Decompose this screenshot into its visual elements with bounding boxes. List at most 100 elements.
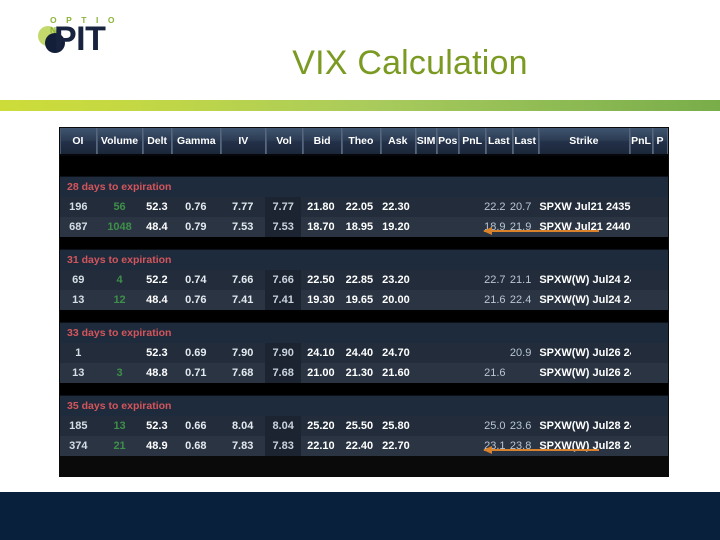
column-header-iv[interactable]: IV: [221, 128, 267, 154]
table-row[interactable]: 13 12 48.4 0.76 7.41 7.41 19.30 19.65 20.00 21.6 2…: [60, 290, 668, 310]
column-header-strike[interactable]: Strike: [539, 128, 631, 154]
table-row[interactable]: 13 3 48.8 0.71 7.68 7.68 21.00 21.30 21.60 21.6 SP…: [60, 363, 668, 383]
cell-ask: 25.80: [382, 420, 410, 432]
column-header-theo[interactable]: Theo: [342, 128, 381, 154]
cell-pnl-2: [631, 217, 653, 237]
cell-pos: [434, 436, 455, 456]
cell-ask: 22.70: [382, 440, 410, 452]
cell-volume: 13: [113, 420, 126, 432]
cell-last-2: 20.9: [509, 347, 532, 359]
column-header-gamma[interactable]: Gamma: [172, 128, 222, 154]
column-header-volume[interactable]: Volume: [97, 128, 144, 154]
cell-pos: [434, 343, 455, 363]
cell-strike: SPXW(W) Jul24 2440: [539, 294, 631, 306]
cell-gamma: 0.69: [185, 347, 207, 359]
cell-delta: 48.9: [146, 440, 168, 452]
expiration-group-label: 28 days to expiration: [60, 176, 668, 197]
table-row[interactable]: 69 4 52.2 0.74 7.66 7.66 22.50 22.85 23.20 22.7 21…: [60, 270, 668, 290]
table-row[interactable]: 196 56 52.3 0.76 7.77 7.77 21.80 22.05 22.30 22.2…: [60, 197, 668, 217]
column-header-last-1[interactable]: Last: [486, 128, 513, 154]
cell-iv: 7.68: [231, 367, 254, 379]
cell-pnl: [456, 416, 482, 436]
cell-ask: 19.20: [382, 221, 410, 233]
cell-iv: 7.83: [231, 440, 254, 452]
cell-gamma: 0.71: [185, 367, 207, 379]
cell-last-2: 23.8: [509, 440, 532, 452]
group-separator: [60, 237, 668, 249]
cell-strike: SPXW Jul21 2435: [539, 201, 631, 213]
cell-volume: 1048: [107, 221, 132, 233]
cell-pos: [434, 416, 455, 436]
cell-pnl: [456, 217, 482, 237]
cell-pnl-3: [654, 436, 668, 456]
cell-pnl-3: [654, 343, 668, 363]
cell-oi: 374: [69, 440, 88, 452]
cell-oi: 69: [72, 274, 85, 286]
cell-sim: [413, 343, 434, 363]
cell-bid: 19.30: [307, 294, 335, 306]
cell-pnl-3: [654, 217, 668, 237]
cell-vol: 7.77: [264, 197, 302, 217]
cell-pnl-2: [631, 416, 653, 436]
table-row[interactable]: 185 13 52.3 0.66 8.04 8.04 25.20 25.50 25.80 25.0…: [60, 416, 668, 436]
table-row[interactable]: 374 21 48.9 0.68 7.83 7.83 22.10 22.40 22.70 23.1…: [60, 436, 668, 456]
cell-iv: 7.41: [231, 294, 254, 306]
cell-volume: 3: [116, 367, 123, 379]
cell-last-2: 21.1: [509, 274, 532, 286]
cell-volume: 21: [113, 440, 126, 452]
column-header-vol[interactable]: Vol: [266, 128, 303, 154]
cell-last-1: [482, 343, 508, 363]
column-header-pos[interactable]: Pos: [437, 128, 460, 154]
cell-oi: 1: [75, 347, 82, 359]
cell-sim: [413, 270, 434, 290]
cell-ask: 24.70: [382, 347, 410, 359]
optionpit-logo: O P T I O N PIT: [14, 14, 120, 60]
cell-gamma: 0.74: [185, 274, 207, 286]
cell-delta: 52.2: [146, 274, 168, 286]
column-header-sim[interactable]: SIM: [416, 128, 438, 154]
cell-iv: 7.90: [231, 347, 254, 359]
cell-gamma: 0.76: [185, 201, 207, 213]
column-header-oi[interactable]: OI: [60, 128, 97, 154]
option-chain-table: OI Volume Delt Gamma IV Vol Bid Theo Ask…: [60, 128, 668, 476]
cell-last-1: 22.2: [484, 201, 506, 213]
column-header-bid[interactable]: Bid: [303, 128, 343, 154]
group-separator: [60, 310, 668, 322]
column-header-pnl[interactable]: PnL: [459, 128, 486, 154]
cell-theo: 24.40: [345, 347, 374, 359]
cell-theo: 22.40: [345, 440, 374, 452]
column-header-pnl-2[interactable]: PnL: [630, 128, 653, 154]
cell-sim: [413, 436, 434, 456]
cell-delta: 52.3: [146, 201, 168, 213]
table-row[interactable]: 1 52.3 0.69 7.90 7.90 24.10 24.40 24.70 20.9 SPXW…: [60, 343, 668, 363]
cell-last-1: 21.6: [484, 367, 506, 379]
cell-oi: 13: [72, 294, 85, 306]
cell-ask: 22.30: [382, 201, 410, 213]
cell-ask: 21.60: [382, 367, 410, 379]
annotation-arrow-icon: [483, 445, 599, 454]
cell-strike: SPXW Jul21 2440: [539, 221, 631, 233]
cell-pnl-3: [654, 363, 668, 383]
cell-pnl-3: [654, 290, 668, 310]
column-header-ask[interactable]: Ask: [381, 128, 416, 154]
expiration-group-label: 33 days to expiration: [60, 322, 668, 343]
column-header-pnl-3[interactable]: P: [653, 128, 668, 154]
table-row[interactable]: 687 1048 48.4 0.79 7.53 7.53 18.70 18.95 19.20 18…: [60, 217, 668, 237]
cell-theo: 22.05: [345, 201, 374, 213]
cell-last-2: [508, 363, 533, 383]
cell-pnl-3: [654, 197, 668, 217]
column-header-delta[interactable]: Delt: [143, 128, 173, 154]
cell-gamma: 0.68: [185, 440, 207, 452]
column-header-last-2[interactable]: Last: [513, 128, 539, 154]
cell-vol: 7.68: [264, 363, 302, 383]
cell-strike: SPXW(W) Jul28 2440: [539, 440, 631, 452]
cell-vol: 7.83: [264, 436, 302, 456]
cell-last-1: 22.7: [484, 274, 506, 286]
table-body: 28 days to expiration 196 56 52.3 0.76 7.77 7.…: [60, 176, 668, 456]
cell-strike: SPXW(W) Jul26 2440: [539, 367, 631, 379]
cell-theo: 22.85: [345, 274, 374, 286]
cell-pnl: [456, 436, 482, 456]
slide-canvas: O P T I O N PIT VIX Calculation OI Volum…: [0, 0, 720, 540]
cell-theo: 19.65: [345, 294, 374, 306]
cell-sim: [413, 217, 434, 237]
